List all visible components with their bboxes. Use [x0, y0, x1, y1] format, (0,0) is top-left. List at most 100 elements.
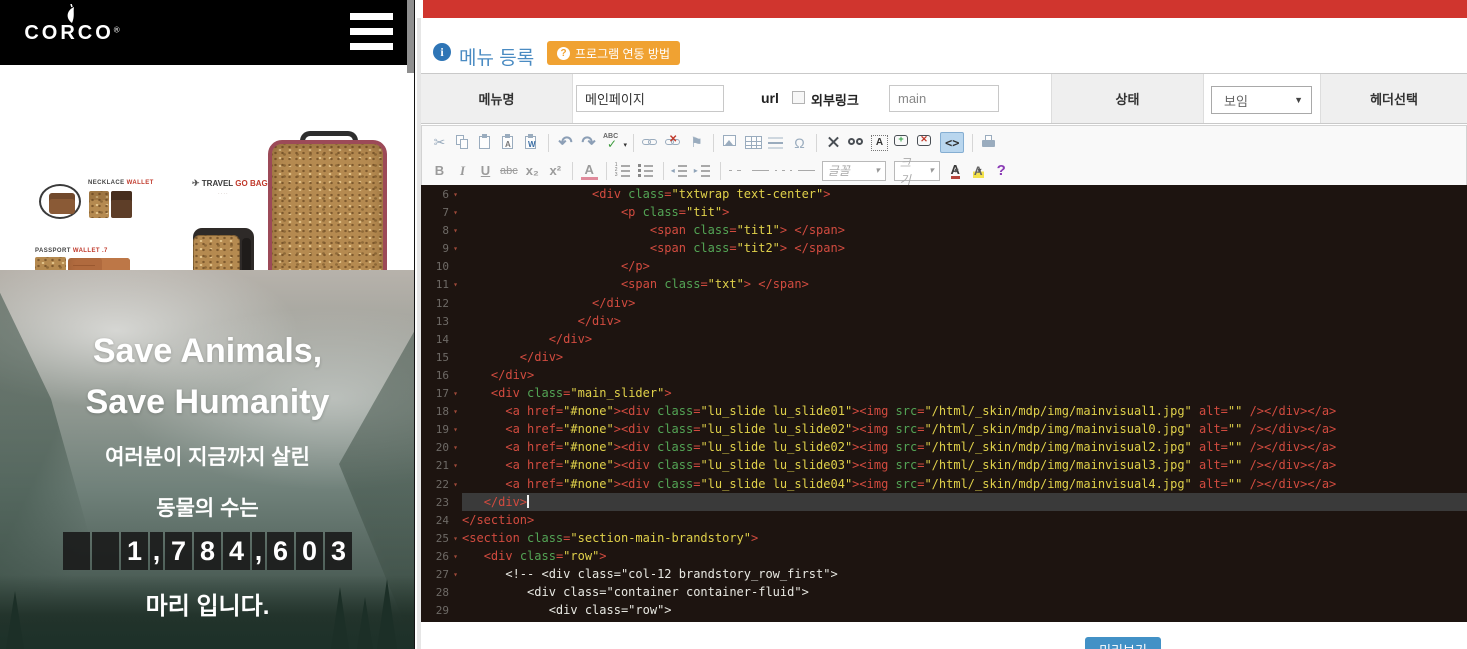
superscript-button[interactable]: x² [547, 161, 564, 180]
external-link-checkbox[interactable] [792, 91, 805, 104]
text-color-button[interactable]: A▾ [947, 161, 964, 180]
bold-button[interactable]: B [431, 161, 448, 180]
url-input[interactable] [889, 85, 999, 112]
print-icon[interactable] [981, 133, 998, 152]
code-line[interactable]: 20▾ <a href="#none"><div class="lu_slide… [421, 438, 1467, 456]
preview-save-button[interactable]: 미리보기 [1085, 637, 1161, 649]
counter-digit-box: , [252, 532, 265, 570]
code-line[interactable]: 22▾ <a href="#none"><div class="lu_slide… [421, 475, 1467, 493]
program-link-help-button[interactable]: ? 프로그램 연동 방법 [547, 41, 680, 65]
fold-arrow-icon[interactable]: ▾ [449, 240, 462, 258]
unlink-icon[interactable]: ✕ [665, 133, 682, 152]
select-all-icon[interactable]: A [871, 135, 888, 151]
code-line[interactable]: 19▾ <a href="#none"><div class="lu_slide… [421, 420, 1467, 438]
fold-arrow-icon[interactable]: ▾ [449, 385, 462, 403]
strike-button[interactable]: abc [500, 161, 518, 180]
undo-icon[interactable]: ↶ [557, 133, 574, 152]
line-number: 10 [421, 258, 449, 276]
code-line[interactable]: 25▾<section class="section-main-brandsto… [421, 529, 1467, 547]
font-combo[interactable]: 글꼴▾ [822, 161, 886, 181]
line-number: 22 [421, 476, 449, 494]
code-line[interactable]: 24</section> [421, 511, 1467, 529]
code-line[interactable]: 14 </div> [421, 330, 1467, 348]
fold-arrow-icon[interactable]: ▾ [449, 530, 462, 548]
align-center-button[interactable] [752, 161, 769, 180]
cork-wallet-image[interactable] [89, 191, 109, 218]
source-button[interactable]: <> [940, 132, 964, 153]
indent-button[interactable]: ▸ [695, 161, 712, 180]
code-line[interactable]: 16 </div> [421, 366, 1467, 384]
separator [548, 134, 549, 152]
code-line[interactable]: 17▾ <div class="main_slider"> [421, 384, 1467, 402]
align-left-button[interactable] [729, 161, 746, 180]
fold-arrow-icon[interactable]: ▾ [449, 476, 462, 494]
fold-arrow-icon[interactable]: ▾ [449, 403, 462, 421]
code-line[interactable]: 18▾ <a href="#none"><div class="lu_slide… [421, 402, 1467, 420]
fold-arrow-icon[interactable]: ▾ [449, 276, 462, 294]
code-line[interactable]: 29 <div class="row"> [421, 601, 1467, 619]
code-line[interactable]: 11▾ <span class="txt"> </span> [421, 275, 1467, 293]
code-line[interactable]: 15 </div> [421, 348, 1467, 366]
code-line[interactable]: 26▾ <div class="row"> [421, 547, 1467, 565]
bubble-remove-icon[interactable]: ✕ [917, 133, 934, 152]
image-icon[interactable] [722, 133, 739, 152]
fold-arrow-icon[interactable]: ▾ [449, 548, 462, 566]
code-line[interactable]: 23 </div> [421, 493, 1467, 511]
brown-wallet-image[interactable] [111, 191, 132, 218]
fold-arrow-icon[interactable]: ▾ [449, 566, 462, 584]
subscript-button[interactable]: x₂ [524, 161, 541, 180]
fold-arrow-icon[interactable]: ▾ [449, 421, 462, 439]
anchor-icon[interactable]: ⚑ [688, 133, 705, 152]
code-line[interactable]: 12 </div> [421, 294, 1467, 312]
help-button[interactable]: ? [993, 161, 1010, 180]
state-select[interactable]: 보임 ▼ [1211, 86, 1312, 114]
corco-logo[interactable]: CORCO® [24, 4, 120, 44]
source-code-area[interactable]: 6▾ <div class="txtwrap text-center">7▾ <… [421, 185, 1467, 622]
numbered-list-button[interactable]: 1 2 3 [615, 161, 632, 180]
code-line[interactable]: 21▾ <a href="#none"><div class="lu_slide… [421, 456, 1467, 474]
fold-arrow-icon[interactable]: ▾ [449, 186, 462, 204]
special-char-icon[interactable]: Ω [791, 133, 808, 152]
link-icon[interactable] [642, 133, 659, 152]
code-line[interactable]: 6▾ <div class="txtwrap text-center"> [421, 185, 1467, 203]
redo-icon[interactable]: ↷ [580, 133, 597, 152]
align-justify-button[interactable] [798, 161, 815, 180]
line-number: 18 [421, 403, 449, 421]
maximize-icon[interactable] [825, 133, 842, 152]
code-line[interactable]: 28 <div class="container container-fluid… [421, 583, 1467, 601]
bubble-add-icon[interactable]: + [894, 133, 911, 152]
table-icon[interactable] [745, 136, 762, 149]
product-slider: NECKLACE WALLET PASSPORT WALLET .7 ✈ TRA… [0, 65, 415, 270]
find-icon[interactable] [848, 133, 865, 152]
cut-icon[interactable]: ✂ [431, 133, 448, 152]
italic-button[interactable]: I [454, 161, 471, 180]
fold-arrow-icon[interactable]: ▾ [449, 439, 462, 457]
underline-button[interactable]: U [477, 161, 494, 180]
remove-format-button[interactable]: A [581, 161, 598, 180]
align-right-button[interactable] [775, 161, 792, 180]
code-line[interactable]: 10 </p> [421, 257, 1467, 275]
fold-arrow-icon[interactable]: ▾ [449, 204, 462, 222]
hamburger-menu-icon[interactable] [350, 13, 393, 50]
size-combo[interactable]: 크기▾ [894, 161, 940, 181]
paste-text-icon[interactable]: A [500, 133, 517, 152]
spellcheck-icon[interactable]: ABC✓▾ [603, 133, 625, 152]
code-line[interactable]: 8▾ <span class="tit1"> </span> [421, 221, 1467, 239]
bg-color-button[interactable]: A▾ [970, 161, 987, 180]
preview-scrollbar-thumb[interactable] [407, 0, 414, 73]
outdent-button[interactable]: ◂ [672, 161, 689, 180]
paste-icon[interactable] [477, 133, 494, 152]
code-line[interactable]: 30 <div class="brandstory_txtwrap"> [421, 619, 1467, 622]
fold-arrow-icon[interactable]: ▾ [449, 222, 462, 240]
bullet-list-button[interactable] [638, 161, 655, 180]
horizontal-rule-icon[interactable] [768, 133, 785, 152]
code-line[interactable]: 7▾ <p class="tit"> [421, 203, 1467, 221]
code-line[interactable]: 13 </div> [421, 312, 1467, 330]
menu-name-input[interactable] [576, 85, 724, 112]
url-label: url [761, 90, 779, 106]
fold-arrow-icon[interactable]: ▾ [449, 457, 462, 475]
code-line[interactable]: 27▾ <!-- <div class="col-12 brandstory_r… [421, 565, 1467, 583]
code-line[interactable]: 9▾ <span class="tit2"> </span> [421, 239, 1467, 257]
paste-word-icon[interactable]: W [523, 133, 540, 152]
copy-icon[interactable] [454, 133, 471, 152]
